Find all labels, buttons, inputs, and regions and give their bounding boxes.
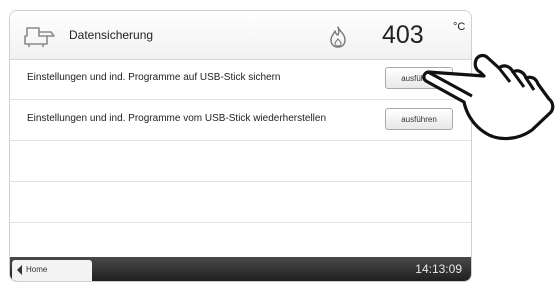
row-label: Einstellungen und ind. Programme vom USB…: [27, 113, 327, 124]
list-item-backup: Einstellungen und ind. Programme auf USB…: [10, 59, 471, 100]
device-screen: Datensicherung 403 °C Einstellungen und …: [9, 10, 472, 282]
temperature-value: 403: [382, 21, 424, 49]
page-title: Datensicherung: [69, 28, 154, 42]
usb-device-icon: [24, 27, 55, 47]
list-item-empty: [10, 141, 471, 182]
pointing-hand-icon: [422, 53, 555, 141]
list-item-restore: Einstellungen und ind. Programme vom USB…: [10, 100, 471, 141]
list-item-empty: [10, 182, 471, 223]
flame-icon: [330, 26, 346, 48]
clock-time: 14:13:09: [415, 262, 462, 276]
header-bar: Datensicherung 403 °C: [10, 11, 471, 60]
home-button[interactable]: Home: [12, 260, 92, 281]
back-arrow-icon: [17, 265, 22, 275]
home-label: Home: [26, 265, 48, 274]
row-label: Einstellungen und ind. Programme auf USB…: [27, 72, 281, 83]
footer-bar: Home 14:13:09: [10, 257, 471, 281]
